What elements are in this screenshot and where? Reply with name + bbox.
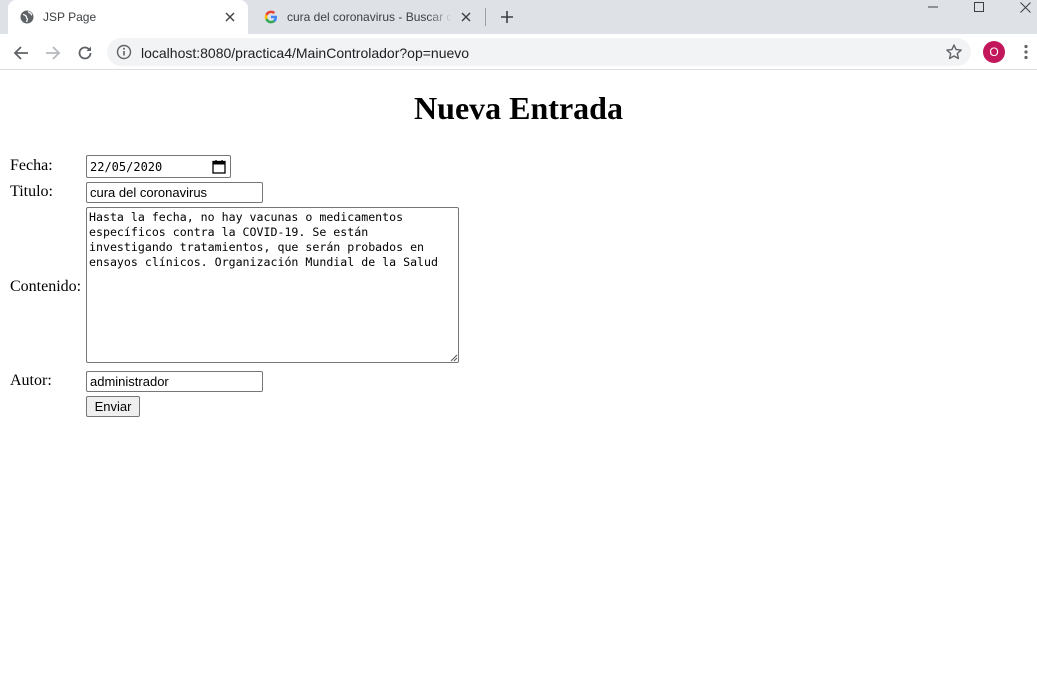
bookmark-star-icon[interactable] — [945, 43, 963, 61]
fecha-date-input[interactable]: 22/05/2020 — [86, 155, 231, 178]
close-tab-icon[interactable] — [458, 9, 474, 25]
tab-separator — [485, 8, 486, 26]
calendar-icon[interactable] — [212, 159, 226, 174]
address-url: localhost:8080/practica4/MainControlador… — [141, 45, 470, 61]
maximize-icon[interactable] — [956, 0, 1002, 14]
resize-grip-icon[interactable] — [449, 353, 458, 362]
fecha-label: Fecha: — [10, 157, 53, 174]
tab-jsp-page[interactable]: JSP Page — [8, 0, 248, 34]
window-close-icon[interactable] — [1002, 0, 1037, 14]
info-icon[interactable] — [116, 44, 132, 60]
tab-google-search[interactable]: cura del coronavirus - Buscar con Google — [252, 0, 484, 34]
tab-strip: JSP Page cura del coronavirus - Buscar c… — [0, 0, 1037, 34]
profile-avatar[interactable]: O — [983, 41, 1005, 63]
new-tab-plus-icon[interactable] — [498, 8, 516, 26]
back-arrow-icon[interactable] — [9, 41, 33, 65]
more-menu-icon[interactable] — [1018, 44, 1034, 60]
contenido-textarea[interactable]: Hasta la fecha, no hay vacunas o medicam… — [86, 207, 459, 363]
autor-input[interactable] — [86, 371, 263, 392]
titulo-input[interactable] — [86, 182, 263, 203]
browser-toolbar: localhost:8080/practica4/MainControlador… — [0, 34, 1037, 70]
enviar-button[interactable]: Enviar — [86, 396, 140, 417]
close-tab-icon[interactable] — [222, 9, 238, 25]
page-title: Nueva Entrada — [414, 90, 623, 126]
autor-label: Autor: — [10, 372, 52, 389]
titulo-label: Titulo: — [10, 183, 53, 200]
contenido-label: Contenido: — [10, 278, 82, 295]
google-icon — [263, 9, 279, 25]
globe-icon — [19, 9, 35, 25]
tab-title: cura del coronavirus - Buscar con Google — [287, 10, 452, 24]
tab-title: JSP Page — [43, 10, 97, 24]
fecha-value: 22/05/2020 — [90, 159, 163, 174]
address-bar[interactable]: localhost:8080/practica4/MainControlador… — [107, 38, 971, 66]
minimize-icon[interactable] — [910, 0, 956, 14]
forward-arrow-icon[interactable] — [41, 41, 65, 65]
reload-icon[interactable] — [73, 41, 97, 65]
